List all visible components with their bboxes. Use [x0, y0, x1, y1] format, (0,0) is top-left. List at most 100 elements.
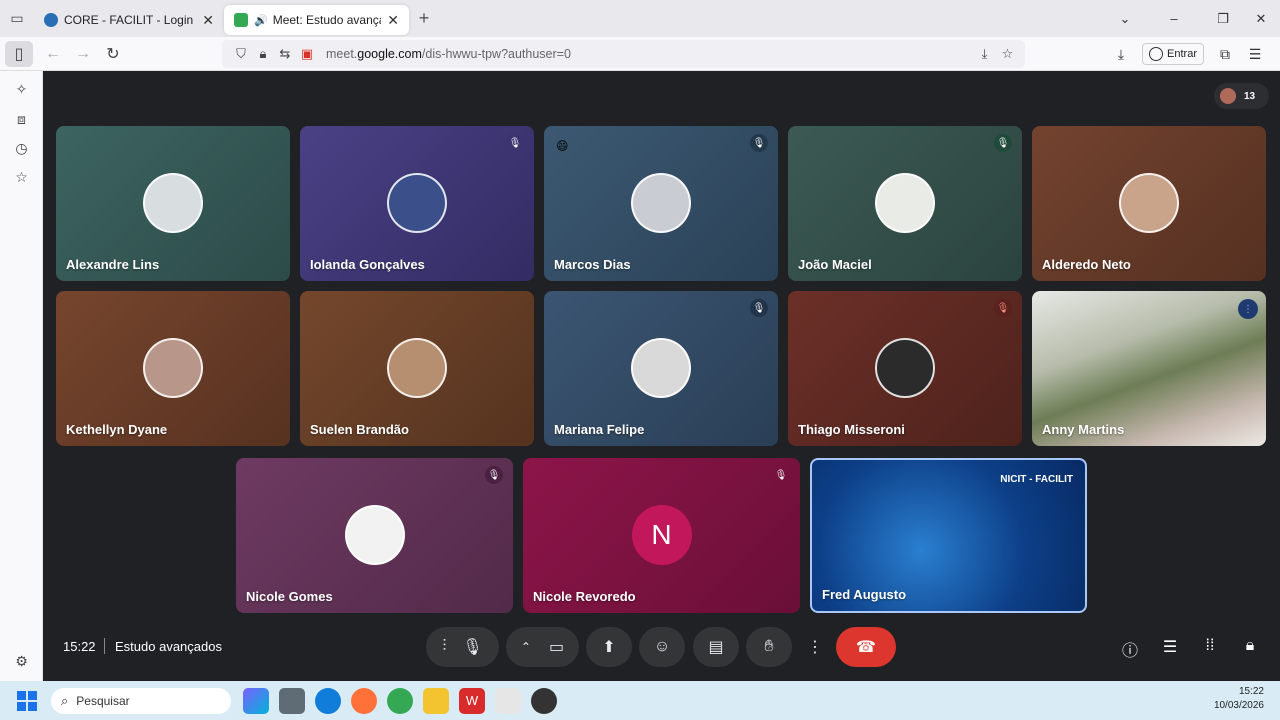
- avatar: [143, 173, 203, 233]
- participant-name: Anny Martins: [1042, 422, 1125, 437]
- meet-stage: 13 Alexandre Lins 🎙︎ Iolanda Gonçalves 😄…: [43, 71, 1280, 681]
- obs-icon[interactable]: [531, 687, 557, 714]
- windows-taskbar: ⌕ Pesquisar W 15:22 10/03/2026: [0, 681, 1280, 720]
- participant-name: Thiago Misseroni: [798, 422, 905, 437]
- reload-icon: ↻: [106, 45, 120, 63]
- participant-tile[interactable]: Alderedo Neto: [1032, 126, 1266, 281]
- new-tab-button[interactable]: +: [409, 8, 439, 29]
- participant-name: João Maciel: [798, 257, 872, 272]
- permissions-icon[interactable]: ⇆: [274, 46, 296, 62]
- chrome-icon[interactable]: [387, 687, 413, 714]
- file-explorer-icon[interactable]: [423, 687, 449, 714]
- tab-meet[interactable]: 🔊 Meet: Estudo avançados ✕: [224, 5, 409, 35]
- camera-permission-icon[interactable]: ▣: [296, 46, 318, 62]
- copilot-icon[interactable]: [243, 687, 269, 714]
- bookmarks-icon[interactable]: ☆: [0, 169, 43, 186]
- chat-icon[interactable]: ☰: [1158, 637, 1182, 657]
- tab-list-button[interactable]: ▭: [0, 0, 34, 37]
- edge-icon[interactable]: [315, 687, 341, 714]
- meeting-clock: 15:22: [63, 639, 96, 654]
- reload-button[interactable]: ↻: [98, 39, 128, 69]
- bookmark-star-icon[interactable]: ☆: [996, 46, 1019, 62]
- participant-tile[interactable]: 🎙︎ Nicole Gomes: [236, 458, 513, 613]
- extensions-icon[interactable]: ⧉: [1210, 46, 1240, 63]
- end-call-button[interactable]: ☎: [836, 627, 896, 667]
- history-icon[interactable]: ◷: [0, 140, 43, 157]
- participant-tile[interactable]: 🎙︎ Mariana Felipe: [544, 291, 778, 446]
- synced-tabs-icon[interactable]: ⧈: [0, 111, 43, 128]
- install-app-icon[interactable]: ⤓: [973, 46, 996, 62]
- browser-sidebar: ✧ ⧈ ◷ ☆ ⚙: [0, 71, 43, 681]
- mic-off-icon: 🎙︎: [485, 466, 503, 484]
- url-text[interactable]: meet.google.com/dis-hwwu-tpw?authuser=0: [326, 47, 571, 61]
- windows-start-button[interactable]: [17, 690, 37, 711]
- app-icon[interactable]: [495, 687, 521, 714]
- close-tab-icon[interactable]: ✕: [387, 12, 399, 29]
- downloads-icon[interactable]: ⤓: [1106, 46, 1136, 63]
- menu-icon[interactable]: ☰: [1240, 46, 1270, 63]
- tab-core-facilit[interactable]: CORE - FACILIT - Login ✕: [34, 5, 224, 35]
- firefox-icon[interactable]: [351, 687, 377, 714]
- present-screen-button[interactable]: ⬆: [586, 627, 632, 667]
- reactions-button[interactable]: ☺: [639, 627, 685, 667]
- video-brand-text: NICIT - FACILIT: [1000, 474, 1073, 485]
- signin-button[interactable]: Entrar: [1142, 43, 1204, 65]
- participant-tile[interactable]: N 🎙︎ Nicole Revoredo: [523, 458, 800, 613]
- captions-icon: ▤: [708, 639, 724, 656]
- activities-grid-icon[interactable]: ⁞⁞: [1198, 637, 1222, 655]
- restore-icon[interactable]: ❐: [1204, 11, 1242, 27]
- participant-name: Iolanda Gonçalves: [310, 257, 425, 272]
- back-button[interactable]: ←: [38, 39, 68, 69]
- participant-tile[interactable]: 🎙︎ João Maciel: [788, 126, 1022, 281]
- host-controls-lock-icon[interactable]: 🔒︎: [1238, 637, 1262, 655]
- system-clock[interactable]: 15:22 10/03/2026: [1214, 685, 1264, 713]
- minimize-icon[interactable]: –: [1144, 11, 1204, 26]
- meet-favicon-icon: [234, 13, 248, 27]
- signin-label: Entrar: [1167, 48, 1197, 60]
- participants-button[interactable]: 13: [1214, 83, 1269, 109]
- participant-tile[interactable]: Alexandre Lins: [56, 126, 290, 281]
- window-controls: ⌄ – ❐ ✕: [1106, 0, 1280, 37]
- participant-tile[interactable]: 🎙︎ Thiago Misseroni: [788, 291, 1022, 446]
- participant-tile[interactable]: 😄 🎙︎ Marcos Dias: [544, 126, 778, 281]
- participant-tile[interactable]: 🎙︎ Iolanda Gonçalves: [300, 126, 534, 281]
- microphone-icon[interactable]: 🎙︎: [462, 637, 482, 657]
- participant-tile[interactable]: Kethellyn Dyane: [56, 291, 290, 446]
- avatar: [143, 338, 203, 398]
- close-window-icon[interactable]: ✕: [1242, 11, 1280, 27]
- ai-chatbot-icon[interactable]: ✧: [0, 81, 43, 98]
- participant-video-tile[interactable]: NICIT - FACILIT Fred Augusto: [810, 458, 1087, 613]
- meeting-info-icon[interactable]: ⓘ: [1118, 637, 1142, 661]
- meeting-control-bar: 15:22 Estudo avançados ⫶ 🎙︎ ⌃ ▭ ⬆ ☺ ▤ ✋︎…: [43, 627, 1280, 667]
- settings-gear-icon[interactable]: ⚙: [0, 653, 43, 670]
- forward-button[interactable]: →: [68, 39, 98, 69]
- avatar: [387, 173, 447, 233]
- shield-icon[interactable]: ⛉: [230, 46, 252, 62]
- participant-avatar: [1220, 88, 1236, 104]
- tab-title: CORE - FACILIT - Login: [64, 13, 194, 27]
- task-view-icon[interactable]: [279, 687, 305, 714]
- chevron-up-icon[interactable]: ⌃: [521, 640, 531, 654]
- audio-level-icon[interactable]: ⫶: [442, 638, 446, 656]
- speaker-icon[interactable]: 🔊: [254, 14, 268, 27]
- close-tab-icon[interactable]: ✕: [202, 12, 214, 29]
- mic-off-icon: 🎙︎: [750, 299, 768, 317]
- divider: [104, 638, 105, 654]
- participant-name: Suelen Brandão: [310, 422, 409, 437]
- address-bar[interactable]: ⛉ 🔒︎ ⇆ ▣ meet.google.com/dis-hwwu-tpw?au…: [222, 40, 1025, 68]
- speaking-indicator-icon: ⋮: [1238, 299, 1258, 319]
- more-options-button[interactable]: ⋮: [800, 627, 830, 667]
- captions-button[interactable]: ▤: [693, 627, 739, 667]
- chevron-down-icon[interactable]: ⌄: [1106, 11, 1144, 27]
- avatar: [387, 338, 447, 398]
- raise-hand-button[interactable]: ✋︎: [746, 627, 792, 667]
- participant-tile[interactable]: Suelen Brandão: [300, 291, 534, 446]
- camera-icon[interactable]: ▭: [549, 637, 564, 657]
- wps-office-icon[interactable]: W: [459, 687, 485, 714]
- arrow-left-icon: ←: [45, 44, 61, 62]
- sidebar-toggle-button[interactable]: ▯: [5, 40, 33, 67]
- tab-bar: ▭ CORE - FACILIT - Login ✕ 🔊 Meet: Estud…: [0, 0, 1280, 37]
- taskbar-search[interactable]: ⌕ Pesquisar: [51, 687, 231, 714]
- lock-icon[interactable]: 🔒︎: [252, 46, 274, 62]
- participant-video-tile[interactable]: ⋮ Anny Martins: [1032, 291, 1266, 446]
